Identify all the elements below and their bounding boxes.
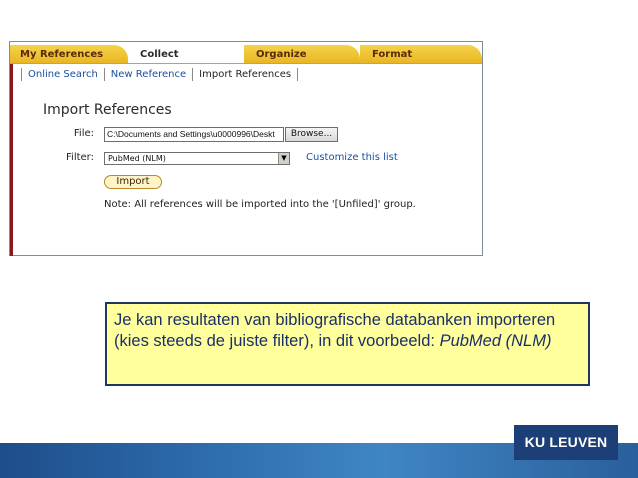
tab-organize[interactable]: Organize <box>244 45 360 64</box>
tab-bar: My References Collect Organize Format <box>10 42 482 64</box>
left-accent-bar <box>10 64 13 256</box>
file-label: File: <box>73 128 94 139</box>
explanation-callout: Je kan resultaten van bibliografische da… <box>105 302 590 386</box>
tab-collect[interactable]: Collect <box>128 45 244 64</box>
file-path-input[interactable]: C:\Documents and Settings\u0000996\Deskt <box>104 127 284 142</box>
subnav-new-reference[interactable]: New Reference <box>105 69 192 80</box>
import-button[interactable]: Import <box>104 175 162 189</box>
screenshot-panel: My References Collect Organize Format On… <box>9 41 483 256</box>
filter-label: Filter: <box>66 152 94 163</box>
filter-selected-value: PubMed (NLM) <box>108 154 166 163</box>
sub-navigation: Online Search New Reference Import Referen… <box>21 67 299 83</box>
divider <box>297 67 299 81</box>
customize-list-link[interactable]: Customize this list <box>306 152 398 163</box>
subnav-online-search[interactable]: Online Search <box>22 69 104 80</box>
browse-button[interactable]: Browse... <box>285 127 338 142</box>
ku-leuven-logo: KU LEUVEN <box>514 425 618 460</box>
tab-format[interactable]: Format <box>360 45 482 64</box>
tab-underline <box>10 63 482 64</box>
subnav-import-references[interactable]: Import References <box>193 69 297 80</box>
filter-select[interactable]: PubMed (NLM) ▼ <box>104 152 290 165</box>
dropdown-arrow-icon[interactable]: ▼ <box>278 153 289 164</box>
callout-emphasis: PubMed (NLM) <box>439 332 552 350</box>
page-title: Import References <box>43 102 172 118</box>
tab-my-references[interactable]: My References <box>10 45 128 64</box>
import-note: Note: All references will be imported in… <box>104 199 416 210</box>
